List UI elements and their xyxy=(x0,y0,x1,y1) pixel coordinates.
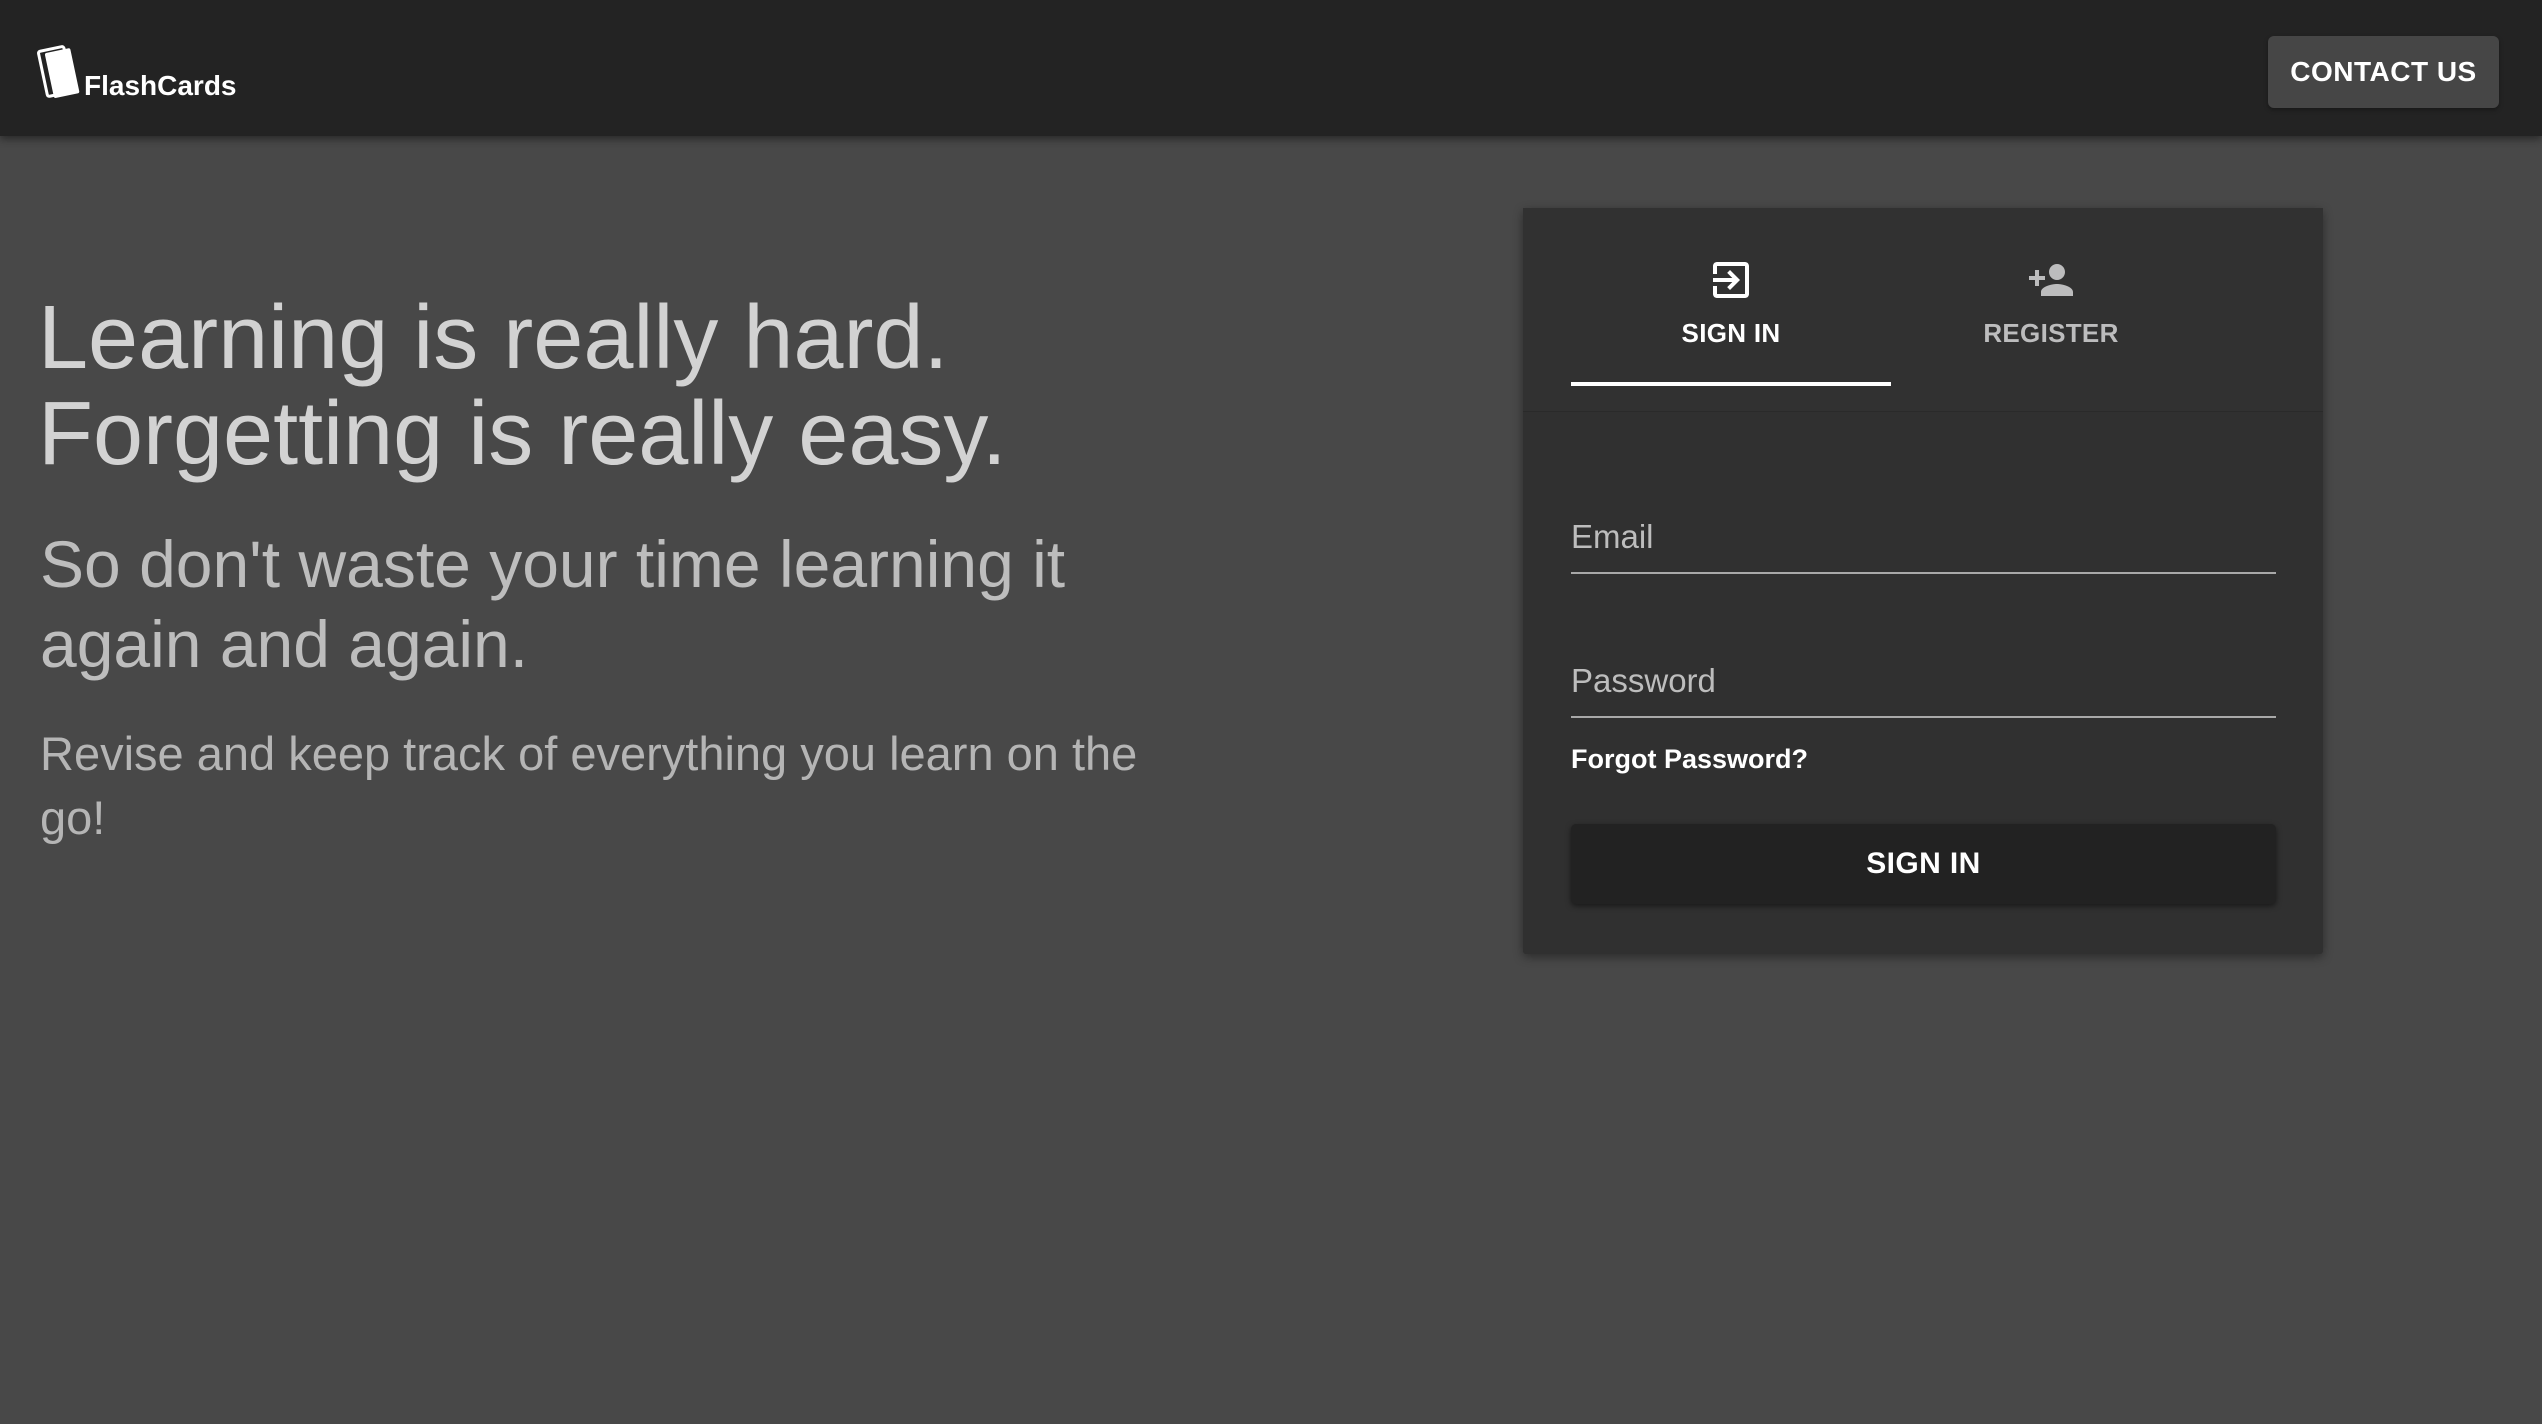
brand[interactable]: FlashCards xyxy=(34,34,237,104)
password-field[interactable] xyxy=(1571,638,2276,718)
hero-headline-line-2: Forgetting is really easy. xyxy=(38,384,1007,484)
email-field[interactable] xyxy=(1571,494,2276,574)
tab-sign-in-label: SIGN IN xyxy=(1681,318,1781,348)
hero-section: Learning is really hard. Forgetting is r… xyxy=(38,290,1198,850)
tab-register[interactable]: REGISTER xyxy=(1891,256,2211,382)
flashcard-logo-icon xyxy=(37,45,80,98)
contact-us-button[interactable]: CONTACT US xyxy=(2268,36,2499,108)
hero-subheadline: So don't waste your time learning it aga… xyxy=(40,527,1066,681)
email-input[interactable] xyxy=(1571,512,2276,562)
add-user-icon xyxy=(2029,264,2073,296)
app-root: FlashCards CONTACT US Learning is really… xyxy=(0,0,2542,1424)
tab-sign-in[interactable]: SIGN IN xyxy=(1571,256,1891,382)
brand-name: FlashCards xyxy=(84,70,237,101)
password-input[interactable] xyxy=(1571,656,2276,706)
sign-in-button[interactable]: SIGN IN xyxy=(1571,824,2276,904)
tab-register-label: REGISTER xyxy=(1983,318,2119,348)
forgot-password-link[interactable]: Forgot Password? xyxy=(1571,744,1808,775)
sign-in-icon xyxy=(1713,262,1749,298)
active-tab-indicator xyxy=(1571,382,1891,386)
hero-headline-line-1: Learning is really hard. xyxy=(38,288,949,388)
auth-card: SIGN IN REGISTER Forgot Password? SIGN I… xyxy=(1523,208,2323,954)
hero-headline: Learning is really hard. Forgetting is r… xyxy=(38,290,1198,482)
top-app-bar: FlashCards CONTACT US xyxy=(0,0,2542,136)
hero-tagline: Revise and keep track of everything you … xyxy=(40,727,1138,844)
